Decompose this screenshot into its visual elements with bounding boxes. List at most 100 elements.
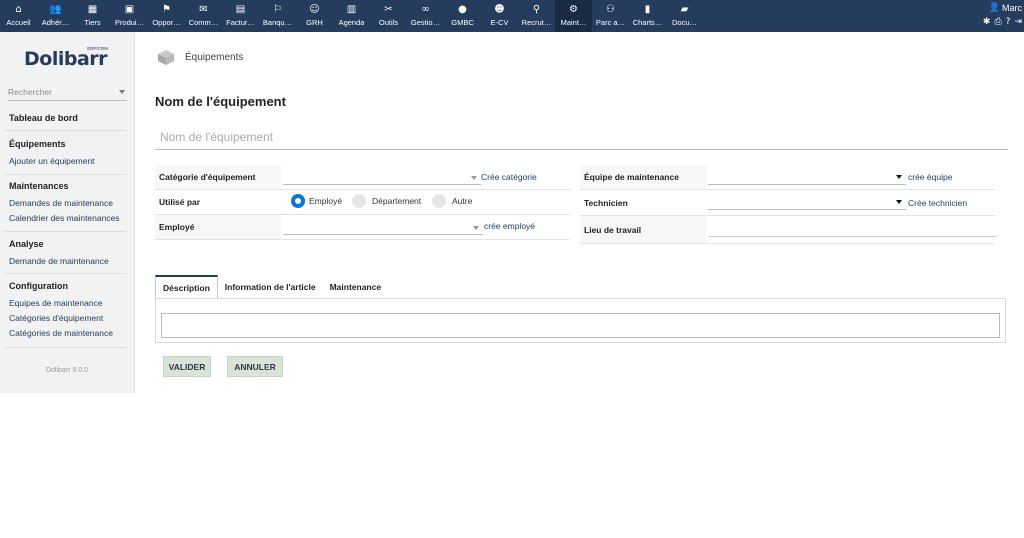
top-menu-item[interactable]: ⌂ Accueil [0, 0, 37, 32]
sidebar-search[interactable]: Rechercher [8, 87, 127, 101]
top-menu-item[interactable]: ▣ Produi… [111, 0, 148, 32]
radio-department-label: Département [372, 196, 422, 206]
sidebar-equipements-title[interactable]: Équipements [0, 139, 134, 149]
top-right-area: 👤 Marc ✱ ⎙ ? ⇥ [983, 2, 1022, 27]
top-menu-item[interactable]: ▥ Agenda [333, 0, 370, 32]
top-menu-item[interactable]: ✉ Comm… [185, 0, 222, 32]
top-menu-label: Charts… [632, 18, 663, 27]
sidebar-analyse-title[interactable]: Analyse [0, 239, 134, 249]
glasses-icon: ∞ [421, 4, 430, 15]
top-menu-item[interactable]: ☻ E-CV [481, 0, 518, 32]
top-menu-item[interactable]: ☺ GRH [296, 0, 333, 32]
top-menu-item[interactable]: ⚙ Maint… [555, 0, 592, 32]
logo-sup: ERP/CRM [87, 46, 108, 51]
user-icon: 👤 [988, 2, 1000, 12]
top-menu-item[interactable]: 👥 Adhér… [37, 0, 74, 32]
top-menu-item[interactable]: ⚐ Banqu… [259, 0, 296, 32]
technician-label: Technicien [584, 198, 628, 208]
logout-icon[interactable]: ⇥ [1014, 17, 1022, 27]
top-menu-label: Banqu… [262, 18, 293, 27]
user-menu[interactable]: 👤 Marc [983, 2, 1022, 13]
sidebar-item-equipment-categories[interactable]: Catégories d'équipement [0, 313, 134, 323]
sidebar-item-maintenance-teams[interactable]: Equipes de maintenance [0, 298, 134, 308]
top-menu-label: Accueil [6, 18, 31, 27]
employee-label: Employé [159, 222, 195, 232]
radio-unchecked-icon [352, 194, 366, 208]
radio-other[interactable]: Autre [432, 194, 472, 208]
top-menu-label: Docu… [671, 18, 697, 27]
team-label: Équipe de maintenance [584, 172, 679, 182]
create-category-link[interactable]: Crée catégorie [481, 172, 537, 182]
top-menu-item[interactable]: ∞ Gestio… [407, 0, 444, 32]
chevron-down-icon [471, 176, 477, 180]
user-name: Marc [1002, 2, 1022, 13]
top-menu-item[interactable]: ▦ Tiers [74, 0, 111, 32]
top-menu-item[interactable]: ▤ Factur… [222, 0, 259, 32]
top-menu-bar: ⌂ Accueil 👥 Adhér… ▦ Tiers ▣ Produi… ⚑ Oppor… ✉ Com… [0, 0, 1024, 32]
fleet-icon: ⚇ [606, 4, 615, 15]
top-menu-item[interactable]: ⚲ Recrut… [518, 0, 555, 32]
gmbc-icon: ● [458, 4, 467, 15]
tab-description[interactable]: Déscription [155, 275, 218, 299]
top-menu-label: Factur… [226, 18, 255, 27]
billing-icon: ▤ [235, 4, 246, 15]
sidebar-item-maintenance-requests[interactable]: Demandes de maintenance [0, 198, 134, 208]
top-menu-label: GRH [306, 18, 323, 27]
row-team: Équipe de maintenance crée équipe [580, 165, 995, 190]
tools-icon: ✂ [384, 4, 393, 15]
row-category: Catégorie d'équipement Crée catégorie [155, 165, 570, 190]
top-menu-label: Gestio… [410, 18, 441, 27]
chevron-down-icon [896, 200, 902, 204]
sidebar-maintenances-title[interactable]: Maintenances [0, 181, 134, 191]
top-menu-item[interactable]: ● GMBC [444, 0, 481, 32]
row-technician: Technicien Crée technicien [580, 190, 995, 216]
sidebar-item-maintenance-calendar[interactable]: Calendrier des maintenances [0, 213, 134, 223]
description-textarea[interactable] [161, 313, 1000, 338]
sidebar-item-maintenance-categories[interactable]: Catégories de maintenance [0, 328, 134, 338]
search-person-icon: ⚲ [532, 4, 541, 15]
top-menu-item[interactable]: ⚇ Parc a… [592, 0, 629, 32]
top-menu-label: Comm… [188, 18, 219, 27]
top-menu-label: Maint… [560, 18, 587, 27]
tabs: Déscription Information de l'article Mai… [155, 275, 388, 299]
bug-icon[interactable]: ✱ [983, 17, 991, 27]
radio-department[interactable]: Département [352, 194, 421, 208]
workplace-input[interactable] [708, 220, 997, 237]
search-placeholder: Rechercher [8, 87, 52, 97]
sidebar-configuration-title[interactable]: Configuration [0, 281, 134, 291]
top-menu-label: Parc a… [595, 18, 626, 27]
top-menu-item[interactable]: ⚑ Oppor… [148, 0, 185, 32]
top-menu-item[interactable]: ▮ Charts… [629, 0, 666, 32]
cancel-button[interactable]: ANNULER [227, 356, 283, 377]
products-icon: ▣ [124, 4, 135, 15]
dolibarr-logo[interactable]: Dolibarr ERP/CRM [24, 46, 108, 70]
validate-button[interactable]: VALIDER [163, 356, 211, 377]
document-icon: ▰ [680, 4, 689, 15]
sidebar-item-analyse-request[interactable]: Demande de maintenance [0, 256, 134, 266]
create-technician-link[interactable]: Crée technicien [908, 198, 967, 208]
employee-select[interactable] [283, 220, 483, 235]
help-icon[interactable]: ? [1006, 17, 1011, 27]
create-team-link[interactable]: crée équipe [908, 172, 952, 182]
workplace-label: Lieu de travail [584, 225, 642, 235]
create-employee-link[interactable]: crée employé [484, 221, 535, 231]
tab-panel [155, 298, 1006, 343]
top-menu-item[interactable]: ▰ Docu… [666, 0, 703, 32]
category-select[interactable] [283, 170, 481, 185]
team-select[interactable] [708, 170, 906, 185]
sidebar-dashboard[interactable]: Tableau de bord [0, 113, 134, 123]
tab-maintenance[interactable]: Maintenance [323, 275, 389, 299]
equipment-name-input[interactable] [155, 124, 1008, 150]
technician-select[interactable] [708, 195, 906, 210]
sidebar-item-add-equipement[interactable]: Ajouter un équipement [0, 156, 134, 166]
top-menu-label: GMBC [451, 18, 474, 27]
form-right: Équipe de maintenance crée équipe Techni… [580, 165, 997, 244]
breadcrumb: Équipements [155, 48, 243, 66]
top-menu-item[interactable]: ✂ Outils [370, 0, 407, 32]
row-used-by: Utilisé par Employé Département Autre [155, 190, 570, 215]
top-menu-label: E-CV [490, 18, 509, 27]
members-icon: 👥 [49, 4, 62, 15]
radio-employee[interactable]: Employé [291, 194, 342, 208]
tab-article-info[interactable]: Information de l'article [218, 275, 323, 299]
print-icon[interactable]: ⎙ [994, 17, 1001, 27]
